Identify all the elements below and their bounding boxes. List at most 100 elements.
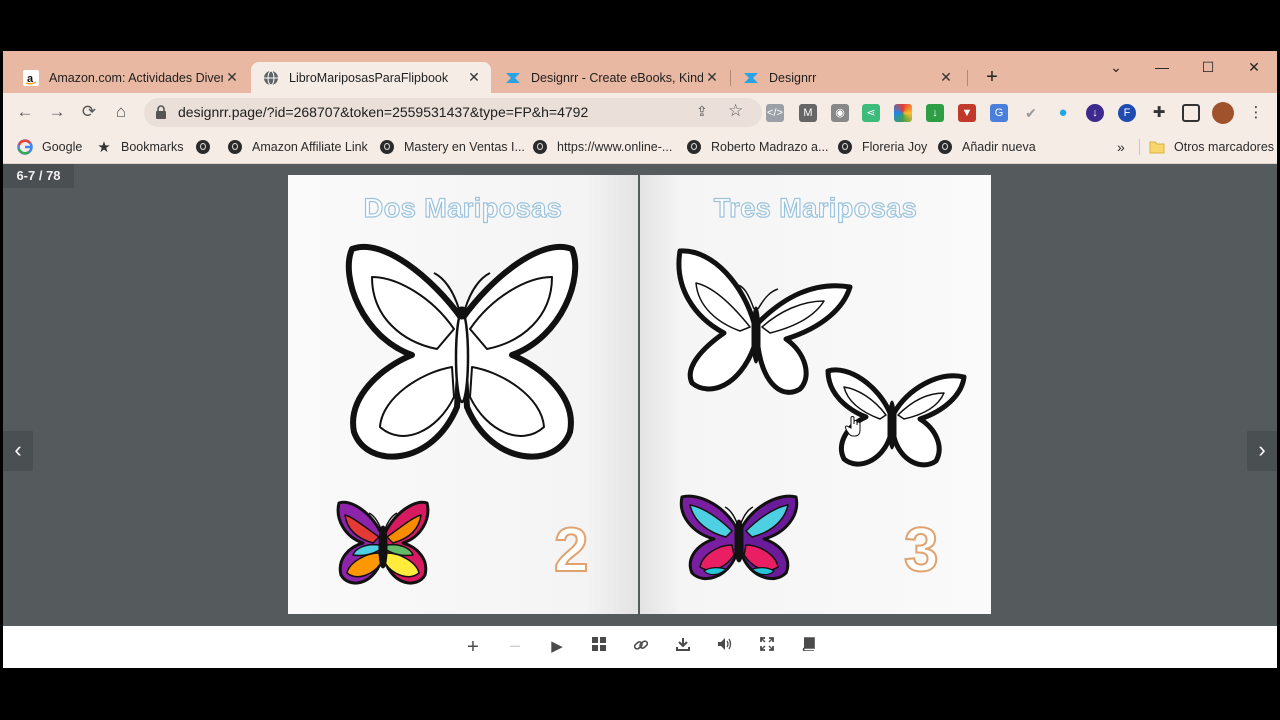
right-page[interactable]: Tres Mariposas 3 (640, 175, 991, 614)
tab-title: Designrr - Create eBooks, Kindle (531, 70, 703, 85)
hand-cursor-icon (845, 416, 861, 437)
address-bar[interactable]: designrr.page/?id=268707&token=255953143… (144, 98, 762, 127)
right-page-number: 3 (903, 515, 940, 586)
zoom-in-icon[interactable]: + (462, 637, 484, 657)
other-bookmarks-label: Otros marcadores (1174, 140, 1275, 154)
camera-extension-icon[interactable]: ◉ (831, 104, 849, 122)
bookmark-label: Roberto Madrazo a... (711, 140, 829, 154)
tab-title: LibroMariposasParaFlipbook (289, 70, 449, 85)
back-button[interactable]: ← (13, 101, 37, 123)
tab-designrr[interactable]: Designrr ✕ (731, 62, 963, 93)
flipbook-controls: + − ▶ (3, 626, 1277, 668)
puzzle-extensions-icon[interactable]: ✚ (1150, 104, 1168, 122)
right-page-title: Tres Mariposas (713, 192, 918, 223)
designrr-icon (743, 70, 759, 86)
home-button[interactable]: ⌂ (109, 101, 133, 123)
bookmark-label: Floreria Joy (862, 140, 928, 154)
bookmark-label: Mastery en Ventas I... (404, 140, 525, 154)
new-tab-button[interactable]: + (981, 65, 1003, 89)
bookmark-online[interactable]: https://www.online-... (532, 137, 672, 157)
color-extension-icon[interactable] (894, 104, 912, 122)
close-tab-icon[interactable]: ✕ (223, 69, 241, 86)
drop-extension-icon[interactable]: ● (1054, 104, 1072, 122)
other-bookmarks[interactable]: Otros marcadores (1149, 137, 1274, 157)
next-page-button[interactable]: › (1247, 431, 1277, 471)
prev-page-button[interactable]: ‹ (3, 431, 33, 471)
globe-icon (532, 139, 548, 155)
maximize-button[interactable]: ☐ (1193, 59, 1223, 76)
sound-icon[interactable] (714, 637, 736, 657)
small-colored-butterfly (679, 494, 799, 581)
tab-title: Amazon.com: Actividades Divertid (49, 70, 223, 85)
amazon-icon: a (23, 69, 39, 86)
menu-kebab-icon[interactable]: ⋮ (1247, 104, 1265, 122)
bookmark-bookmarks[interactable]: ★ Bookmarks (96, 137, 184, 157)
google-icon (17, 139, 33, 155)
bookmark-amazon-affiliate[interactable]: Amazon Affiliate Link (227, 137, 368, 157)
translate-extension-icon[interactable]: G (990, 104, 1008, 122)
star-icon: ★ (97, 139, 111, 156)
tab-libromariposas[interactable]: LibroMariposasParaFlipbook ✕ (251, 62, 491, 93)
zoom-out-icon[interactable]: − (504, 637, 526, 657)
thumbnails-grid-icon[interactable] (588, 637, 610, 657)
flipbook-viewer: 6-7 / 78 ‹ › Dos Mariposas 2 Tres Maripo… (3, 164, 1277, 626)
code-extension-icon[interactable]: </> (766, 104, 784, 122)
download-icon[interactable] (672, 637, 694, 657)
close-tab-icon[interactable]: ✕ (937, 69, 955, 86)
minimize-button[interactable]: — (1147, 59, 1177, 75)
downloader-extension-icon[interactable]: ↓ (1086, 104, 1104, 122)
fullscreen-icon[interactable] (756, 637, 778, 657)
forward-button[interactable]: → (45, 101, 69, 123)
browser-toolbar: ← → ⟳ ⌂ designrr.page/?id=268707&token=2… (3, 93, 1277, 131)
gmail-extension-icon[interactable]: M (799, 104, 817, 122)
tab-separator (967, 70, 968, 86)
globe-icon (686, 139, 702, 155)
bookmarks-separator (1139, 139, 1140, 155)
shield-extension-icon[interactable]: ▼ (958, 104, 976, 122)
designrr-icon (505, 70, 521, 86)
globe-icon (227, 139, 243, 155)
book-icon[interactable] (798, 637, 820, 657)
share-icon[interactable]: ⇪ (696, 103, 708, 120)
left-page[interactable]: Dos Mariposas 2 (288, 175, 638, 614)
bookmark-globe[interactable] (195, 137, 220, 157)
globe-icon (263, 70, 279, 86)
close-window-button[interactable]: ✕ (1239, 59, 1269, 76)
download-extension-icon[interactable]: ↓ (926, 104, 944, 122)
bookmark-label: Amazon Affiliate Link (252, 140, 368, 154)
bookmark-star-icon[interactable]: ☆ (728, 101, 743, 121)
share-extension-icon[interactable]: ⋖ (862, 104, 880, 122)
folder-icon (1149, 139, 1165, 155)
large-butterfly-outline (345, 243, 579, 460)
share-link-icon[interactable] (630, 637, 652, 657)
small-colored-butterfly (336, 500, 430, 585)
check-extension-icon[interactable]: ✔ (1022, 104, 1040, 122)
tab-title: Designrr (769, 70, 817, 85)
browser-window: a Amazon.com: Actividades Divertid ✕ Lib… (3, 51, 1277, 668)
bookmark-label: https://www.online-... (557, 140, 673, 154)
bookmarks-bar: Google ★ Bookmarks Amazon Affiliate Link… (3, 131, 1277, 164)
play-icon[interactable]: ▶ (546, 637, 568, 657)
close-tab-icon[interactable]: ✕ (465, 69, 483, 86)
bookmark-google[interactable]: Google (17, 137, 82, 157)
tab-strip: a Amazon.com: Actividades Divertid ✕ Lib… (3, 51, 1277, 93)
tab-designrr-create[interactable]: Designrr - Create eBooks, Kindle ✕ (493, 62, 729, 93)
globe-icon (937, 139, 953, 155)
profile-avatar[interactable] (1212, 102, 1234, 124)
tab-amazon[interactable]: a Amazon.com: Actividades Divertid ✕ (11, 62, 249, 93)
reload-button[interactable]: ⟳ (77, 101, 101, 123)
globe-icon (195, 139, 211, 155)
bookmark-label: Google (42, 140, 83, 154)
flipbook-spread[interactable]: Dos Mariposas 2 Tres Mariposas 3 (288, 175, 991, 614)
side-panel-icon[interactable] (1182, 104, 1200, 122)
bookmarks-overflow-button[interactable]: » (1117, 137, 1125, 157)
close-tab-icon[interactable]: ✕ (703, 69, 721, 86)
bookmark-label: Bookmarks (121, 140, 184, 154)
tab-search-chevron-icon[interactable]: ⌄ (1101, 59, 1131, 76)
bookmark-anadir[interactable]: Añadir nueva (937, 137, 1036, 157)
bookmark-mastery[interactable]: Mastery en Ventas I... (379, 137, 525, 157)
bookmark-floreria[interactable]: Floreria Joy (837, 137, 927, 157)
f-extension-icon[interactable]: F (1118, 104, 1136, 122)
bookmark-roberto[interactable]: Roberto Madrazo a... (686, 137, 828, 157)
left-page-number: 2 (553, 515, 590, 586)
